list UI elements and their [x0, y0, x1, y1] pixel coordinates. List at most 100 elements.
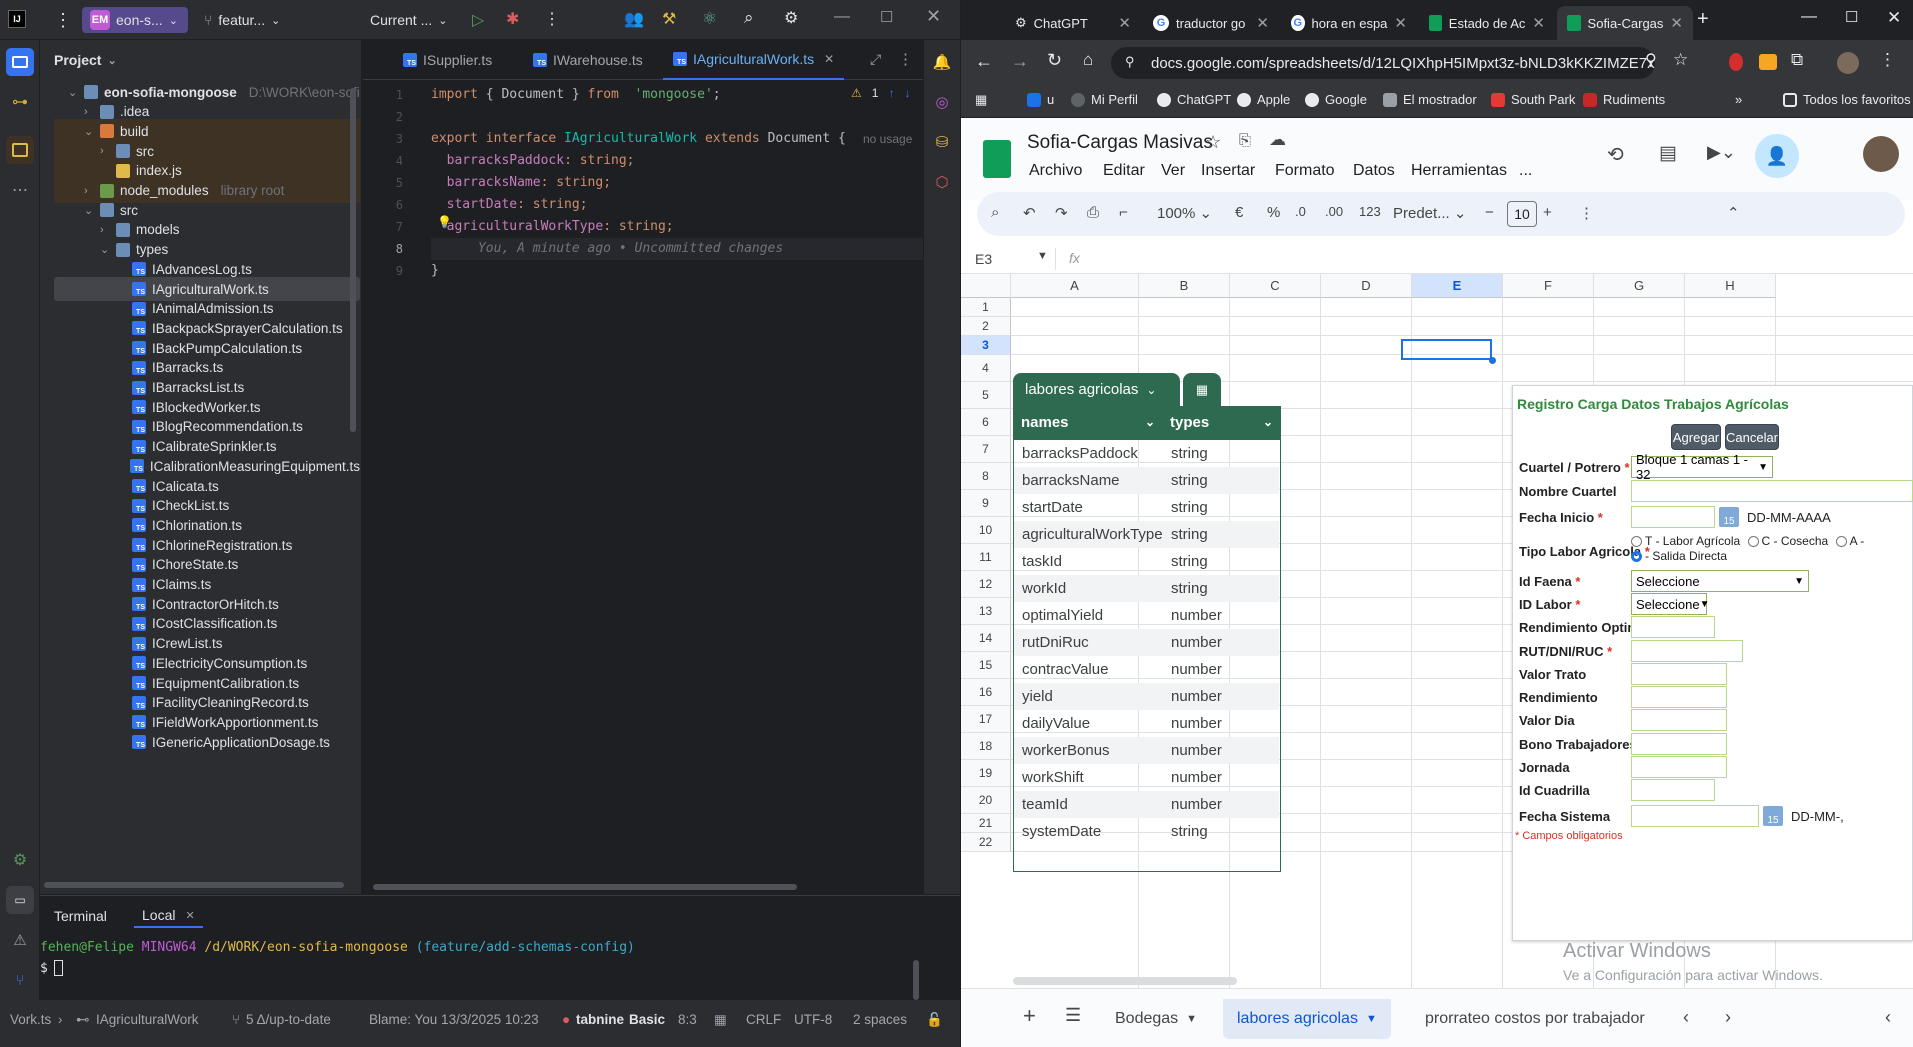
extensions-icon[interactable]: ⧉	[1791, 50, 1803, 70]
project-tool-icon[interactable]	[6, 48, 34, 76]
table-cell-type[interactable]: string	[1169, 472, 1208, 489]
calendar-icon[interactable]: 15	[1719, 507, 1739, 527]
status-blame[interactable]: Blame: You 13/3/2025 10:23	[369, 1012, 539, 1027]
row-header[interactable]: 5	[961, 382, 1011, 409]
name-box[interactable]: E3	[975, 251, 992, 267]
arrow-down-icon[interactable]: ↓	[904, 86, 910, 100]
jornada-input[interactable]	[1631, 756, 1727, 778]
ai-assistant-icon[interactable]: ⚛	[702, 9, 717, 29]
table-row[interactable]: barracksName string	[1014, 467, 1279, 494]
notifications-icon[interactable]: 🔔	[928, 48, 956, 76]
format-percent[interactable]: %	[1267, 204, 1280, 221]
table-row[interactable]: dailyValue number	[1014, 710, 1279, 737]
profile-avatar[interactable]	[1837, 52, 1859, 74]
close-tab-icon[interactable]: ✕	[1118, 14, 1131, 32]
tab-iwarehouse[interactable]: TS IWarehouse.ts	[523, 40, 653, 80]
radio-cosecha[interactable]: C - Cosecha	[1747, 534, 1828, 548]
comments-icon[interactable]: ▤	[1659, 142, 1677, 165]
cuartel-select[interactable]: Bloque 1 camas 1 - 32 ▼	[1631, 452, 1773, 482]
menu-more[interactable]: ...	[1519, 162, 1532, 180]
lock-icon[interactable]: 🔓	[926, 1012, 943, 1028]
tabnine-icon[interactable]: ⬡	[928, 168, 956, 196]
browser-menu-icon[interactable]: ⋮	[1879, 50, 1896, 70]
run-config-selector[interactable]: Current ... ⌄	[362, 7, 455, 33]
services-tool-icon[interactable]: ⚙	[6, 846, 34, 874]
table-cell-type[interactable]: string	[1169, 553, 1208, 570]
row-header[interactable]: 21	[961, 814, 1011, 833]
id-cuadrilla-input[interactable]	[1631, 779, 1715, 801]
status-cursor-pos[interactable]: 8:3	[678, 1012, 697, 1027]
table-cell-name[interactable]: workShift	[1014, 769, 1169, 786]
table-cell-name[interactable]: startDate	[1014, 499, 1169, 516]
forward-icon[interactable]: →	[1011, 51, 1029, 72]
row-header[interactable]: 14	[961, 625, 1011, 652]
active-cell-e3[interactable]	[1401, 339, 1492, 360]
sheet-tab-prorrateo[interactable]: prorrateo costos por trabajador	[1411, 999, 1659, 1039]
font-size-input[interactable]: 10	[1507, 201, 1537, 227]
row-header[interactable]: 18	[961, 733, 1011, 760]
table-cell-type[interactable]: string	[1169, 823, 1208, 840]
nombre-cuartel-input[interactable]	[1631, 480, 1913, 502]
sheet-tab-bodegas[interactable]: Bodegas ▼	[1101, 999, 1211, 1039]
add-sheet-icon[interactable]: +	[1023, 1003, 1036, 1029]
bookmark-south-park[interactable]: South Park	[1491, 92, 1575, 107]
browser-tab-estado[interactable]: Estado de Ac ✕	[1419, 6, 1555, 40]
table-row[interactable]: contracValue number	[1014, 656, 1279, 683]
table-cell-name[interactable]: optimalYield	[1014, 607, 1169, 624]
valor-dia-input[interactable]	[1631, 709, 1727, 731]
row-header[interactable]: 13	[961, 598, 1011, 625]
row-header[interactable]: 20	[961, 787, 1011, 814]
close-icon[interactable]: ✕	[926, 6, 941, 27]
search-icon[interactable]: ⌕	[744, 8, 754, 28]
browser-tab-chatgpt[interactable]: ⚙ ChatGPT ✕	[1005, 6, 1141, 40]
close-tab-icon[interactable]: ✕	[1532, 14, 1545, 32]
lightbulb-icon[interactable]: 💡	[437, 215, 452, 229]
row-header[interactable]: 17	[961, 706, 1011, 733]
row-header[interactable]: 3	[961, 336, 1011, 355]
zoom-icon[interactable]: ⚲	[1645, 50, 1657, 70]
close-tab-icon[interactable]: ✕	[1670, 14, 1683, 32]
menu-insertar[interactable]: Insertar	[1201, 162, 1255, 180]
status-eol[interactable]: CRLF	[746, 1012, 781, 1027]
commit-tool-icon[interactable]: ⊶	[6, 88, 34, 116]
more-tools-icon[interactable]: ⋮	[1579, 204, 1594, 222]
table-cell-name[interactable]: dailyValue	[1014, 715, 1169, 732]
account-avatar[interactable]	[1863, 136, 1899, 172]
collapse-menu-icon[interactable]: ⌃	[1727, 204, 1740, 222]
document-title[interactable]: Sofia-Cargas Masivas	[1027, 132, 1213, 154]
format-currency[interactable]: €	[1235, 204, 1243, 221]
table-row[interactable]: barracksPaddock string	[1014, 440, 1279, 467]
reload-icon[interactable]: ↻	[1047, 50, 1062, 71]
menu-herramientas[interactable]: Herramientas	[1411, 162, 1507, 180]
terminal-scrollbar[interactable]	[913, 960, 919, 1000]
menu-archivo[interactable]: Archivo	[1029, 162, 1082, 180]
close-tab-icon[interactable]: ✕	[824, 52, 834, 66]
tab-iagriculturalwork[interactable]: TS IAgriculturalWork.ts ✕	[663, 40, 845, 80]
row-header[interactable]: 11	[961, 544, 1011, 571]
run-icon[interactable]: ▷	[472, 10, 484, 30]
font-size-increase[interactable]: +	[1543, 204, 1552, 221]
share-button[interactable]: 👤	[1755, 134, 1799, 178]
terminal-tab-title[interactable]: Terminal	[54, 908, 107, 924]
tree-hscrollbar[interactable]	[44, 882, 344, 888]
menu-datos[interactable]: Datos	[1353, 162, 1395, 180]
column-header[interactable]: G	[1594, 274, 1685, 298]
bookmark-u[interactable]: u	[1027, 92, 1054, 107]
structure-tool-icon[interactable]	[6, 136, 34, 164]
table-cell-type[interactable]: number	[1169, 607, 1222, 624]
chevron-down-icon[interactable]: ⌄	[1263, 415, 1273, 429]
editor-hscrollbar[interactable]	[373, 884, 797, 890]
bookmark-rudiments[interactable]: Rudiments	[1583, 92, 1665, 107]
column-header[interactable]: E	[1412, 274, 1503, 298]
fecha-sistema-input[interactable]	[1631, 805, 1759, 827]
apps-icon[interactable]: ▦	[975, 92, 987, 108]
table-cell-type[interactable]: string	[1169, 445, 1208, 462]
row-header[interactable]: 2	[961, 317, 1011, 336]
terminal-tool-icon[interactable]: ▭	[6, 886, 34, 914]
bookmark-el-mostrador[interactable]: El mostrador	[1383, 92, 1477, 107]
column-header[interactable]: A	[1011, 274, 1139, 298]
font-select[interactable]: Predet... ⌄	[1393, 204, 1466, 222]
agregar-button[interactable]: Agregar	[1671, 424, 1721, 450]
maximize-icon[interactable]: ☐	[880, 8, 893, 26]
close-icon[interactable]: ✕	[1887, 8, 1901, 28]
